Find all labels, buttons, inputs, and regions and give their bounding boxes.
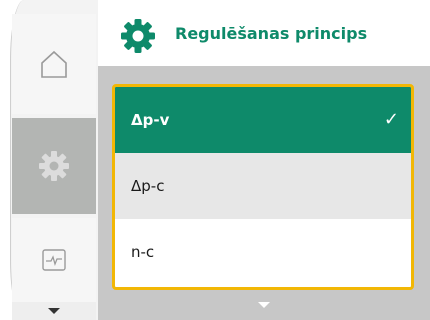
- home-icon: [41, 50, 67, 78]
- page-title: Regulēšanas princips: [175, 24, 368, 43]
- sidebar-item-home[interactable]: [12, 14, 96, 114]
- sidebar-scroll-down[interactable]: [12, 302, 96, 320]
- sidebar-item-settings[interactable]: [12, 118, 96, 214]
- option-item[interactable]: n-c: [115, 219, 411, 285]
- chevron-down-icon: [48, 308, 60, 314]
- option-item[interactable]: Δp-v ✓: [115, 87, 411, 153]
- option-label: n-c: [131, 243, 155, 261]
- option-label: Δp-v: [131, 111, 170, 129]
- pulse-monitor-icon: [42, 249, 66, 271]
- sidebar-item-monitor[interactable]: [12, 218, 96, 302]
- gear-icon: [39, 151, 69, 181]
- gear-icon: [121, 19, 155, 53]
- chevron-down-icon[interactable]: [258, 302, 270, 308]
- option-item[interactable]: Δp-c: [115, 153, 411, 219]
- option-list: Δp-v ✓ Δp-c n-c: [112, 84, 414, 290]
- checkmark-icon: ✓: [383, 109, 399, 130]
- option-label: Δp-c: [131, 177, 165, 195]
